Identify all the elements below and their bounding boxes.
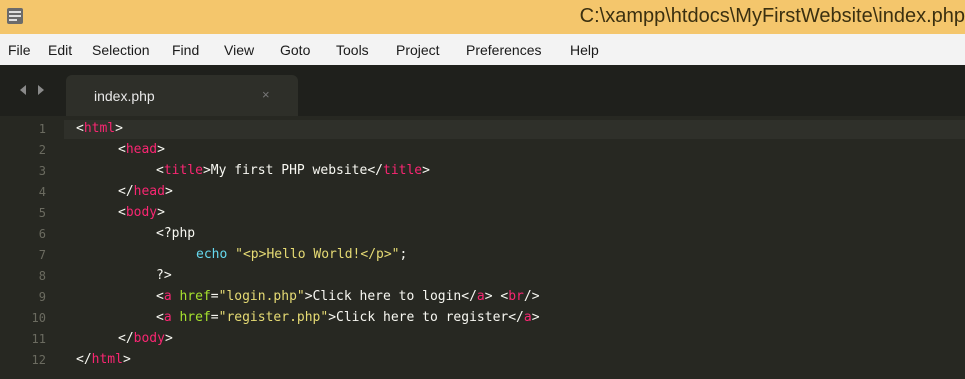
code-line-11: </body>	[118, 331, 173, 346]
code-line-3: <title>My first PHP website</title>	[156, 163, 430, 178]
menu-find[interactable]: Find	[172, 42, 199, 58]
current-line-highlight	[0, 120, 965, 139]
menu-preferences[interactable]: Preferences	[466, 42, 541, 58]
tab-index-php[interactable]: index.php ×	[66, 75, 298, 116]
code-line-4: </head>	[118, 184, 173, 199]
line-number: 5	[38, 206, 46, 220]
code-line-5: <body>	[118, 205, 165, 220]
tab-label: index.php	[94, 88, 155, 104]
line-number: 9	[38, 290, 46, 304]
line-number: 10	[31, 311, 46, 325]
line-number: 11	[31, 332, 46, 346]
line-number: 12	[31, 353, 46, 367]
line-number-gutter: 1 2 3 4 5 6 7 8 9 10 11 12	[0, 116, 64, 379]
code-line-12: </html>	[76, 352, 131, 367]
line-number: 8	[38, 269, 46, 283]
code-line-1: <html>	[76, 121, 123, 136]
line-number: 1	[38, 122, 46, 136]
app-icon[interactable]	[6, 7, 24, 25]
code-line-7: echo "<p>Hello World!</p>";	[196, 247, 408, 262]
menu-goto[interactable]: Goto	[280, 42, 310, 58]
menu-tools[interactable]: Tools	[336, 42, 369, 58]
line-number: 6	[38, 227, 46, 241]
menu-edit[interactable]: Edit	[48, 42, 72, 58]
code-line-6: <?php	[156, 226, 196, 241]
menu-view[interactable]: View	[224, 42, 254, 58]
tab-nav-arrows-icon[interactable]	[18, 83, 58, 97]
line-number: 4	[38, 185, 46, 199]
code-line-10: <a href="register.php">Click here to reg…	[156, 310, 540, 325]
menu-file[interactable]: File	[8, 42, 31, 58]
line-number: 2	[38, 143, 46, 157]
code-editor[interactable]: 1 2 3 4 5 6 7 8 9 10 11 12 <html> <head>…	[0, 116, 965, 379]
line-number: 7	[38, 248, 46, 262]
code-line-9: <a href="login.php">Click here to login<…	[156, 289, 540, 304]
line-number: 3	[38, 164, 46, 178]
code-line-8: ?>	[156, 268, 172, 283]
code-line-2: <head>	[118, 142, 165, 157]
menu-project[interactable]: Project	[396, 42, 440, 58]
tab-close-icon[interactable]: ×	[262, 87, 270, 102]
window-title: C:\xampp\htdocs\MyFirstWebsite\index.php	[579, 5, 965, 27]
menu-help[interactable]: Help	[570, 42, 599, 58]
menu-bar: File Edit Selection Find View Goto Tools…	[0, 34, 965, 66]
menu-selection[interactable]: Selection	[92, 42, 150, 58]
title-bar: C:\xampp\htdocs\MyFirstWebsite\index.php	[0, 0, 965, 34]
tab-bar: index.php ×	[0, 65, 965, 116]
